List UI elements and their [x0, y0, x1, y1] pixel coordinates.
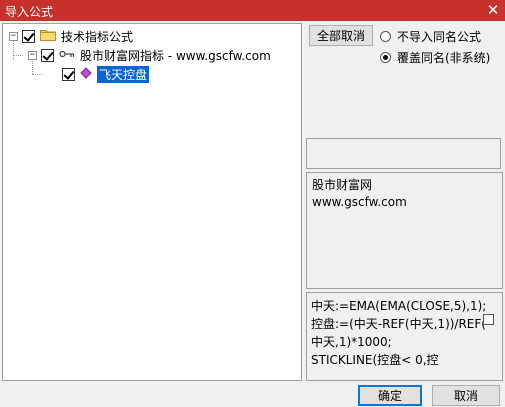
code-line: 中天,1)*1000; — [311, 335, 392, 349]
close-icon[interactable]: ✕ — [485, 1, 501, 19]
formula-source: 中天:=EMA(EMA(CLOSE,5),1); 控盘:=(中天-REF(中天,… — [306, 292, 503, 381]
collapse-toggle[interactable]: − — [28, 50, 37, 60]
root-label: 技术指标公式 — [61, 29, 134, 44]
ok-button[interactable]: 确定 — [358, 385, 422, 406]
child-checkbox[interactable] — [41, 48, 54, 62]
tree-connector — [13, 55, 23, 56]
info-panel — [306, 138, 501, 169]
window-title: 导入公式 — [5, 5, 54, 19]
description-line: www.gscfw.com — [312, 195, 407, 209]
radio-overwrite-same-name[interactable]: 覆盖同名(非系统) — [380, 49, 490, 66]
tree-node-child[interactable]: − 股市财富网指标 - www.gscfw.com — [28, 46, 271, 64]
source-option-checkbox[interactable] — [483, 314, 494, 325]
import-formula-dialog: 导入公式 ✕ − 技术指标公式 − 股市财富网指标 - www.gscfw.co… — [0, 0, 505, 407]
tree-node-leaf[interactable]: 飞天控盘 — [52, 65, 150, 83]
cancel-button[interactable]: 取消 — [432, 385, 500, 406]
description-line: 股市财富网 — [312, 178, 373, 192]
radio-circle-selected[interactable] — [380, 52, 391, 63]
formula-description: 股市财富网 www.gscfw.com — [306, 172, 503, 289]
radio-no-import-label: 不导入同名公式 — [397, 30, 482, 44]
child-label: 股市财富网指标 - www.gscfw.com — [80, 48, 271, 63]
key-icon — [59, 48, 75, 62]
code-line: 控盘:=(中天-REF(中天,1))/REF( — [311, 317, 486, 331]
tree-node-root[interactable]: − 技术指标公式 — [9, 27, 133, 45]
code-line: STICKLINE(控盘< 0,控 — [311, 353, 439, 367]
collapse-toggle[interactable]: − — [9, 31, 18, 41]
cancel-all-button[interactable]: 全部取消 — [309, 25, 373, 46]
radio-no-import-same-name[interactable]: 不导入同名公式 — [380, 28, 481, 45]
tree-connector — [32, 74, 42, 75]
folder-icon — [40, 28, 56, 44]
formula-tree: − 技术指标公式 − 股市财富网指标 - www.gscfw.com 飞天控盘 — [2, 23, 302, 381]
leaf-checkbox[interactable] — [62, 67, 75, 81]
leaf-label[interactable]: 飞天控盘 — [97, 65, 150, 83]
radio-overwrite-label: 覆盖同名(非系统) — [397, 51, 491, 65]
code-line: 中天:=EMA(EMA(CLOSE,5),1); — [311, 299, 487, 313]
root-checkbox[interactable] — [22, 29, 35, 43]
title-bar: 导入公式 ✕ — [0, 0, 505, 21]
radio-circle[interactable] — [380, 31, 391, 42]
formula-diamond-icon — [80, 66, 92, 82]
